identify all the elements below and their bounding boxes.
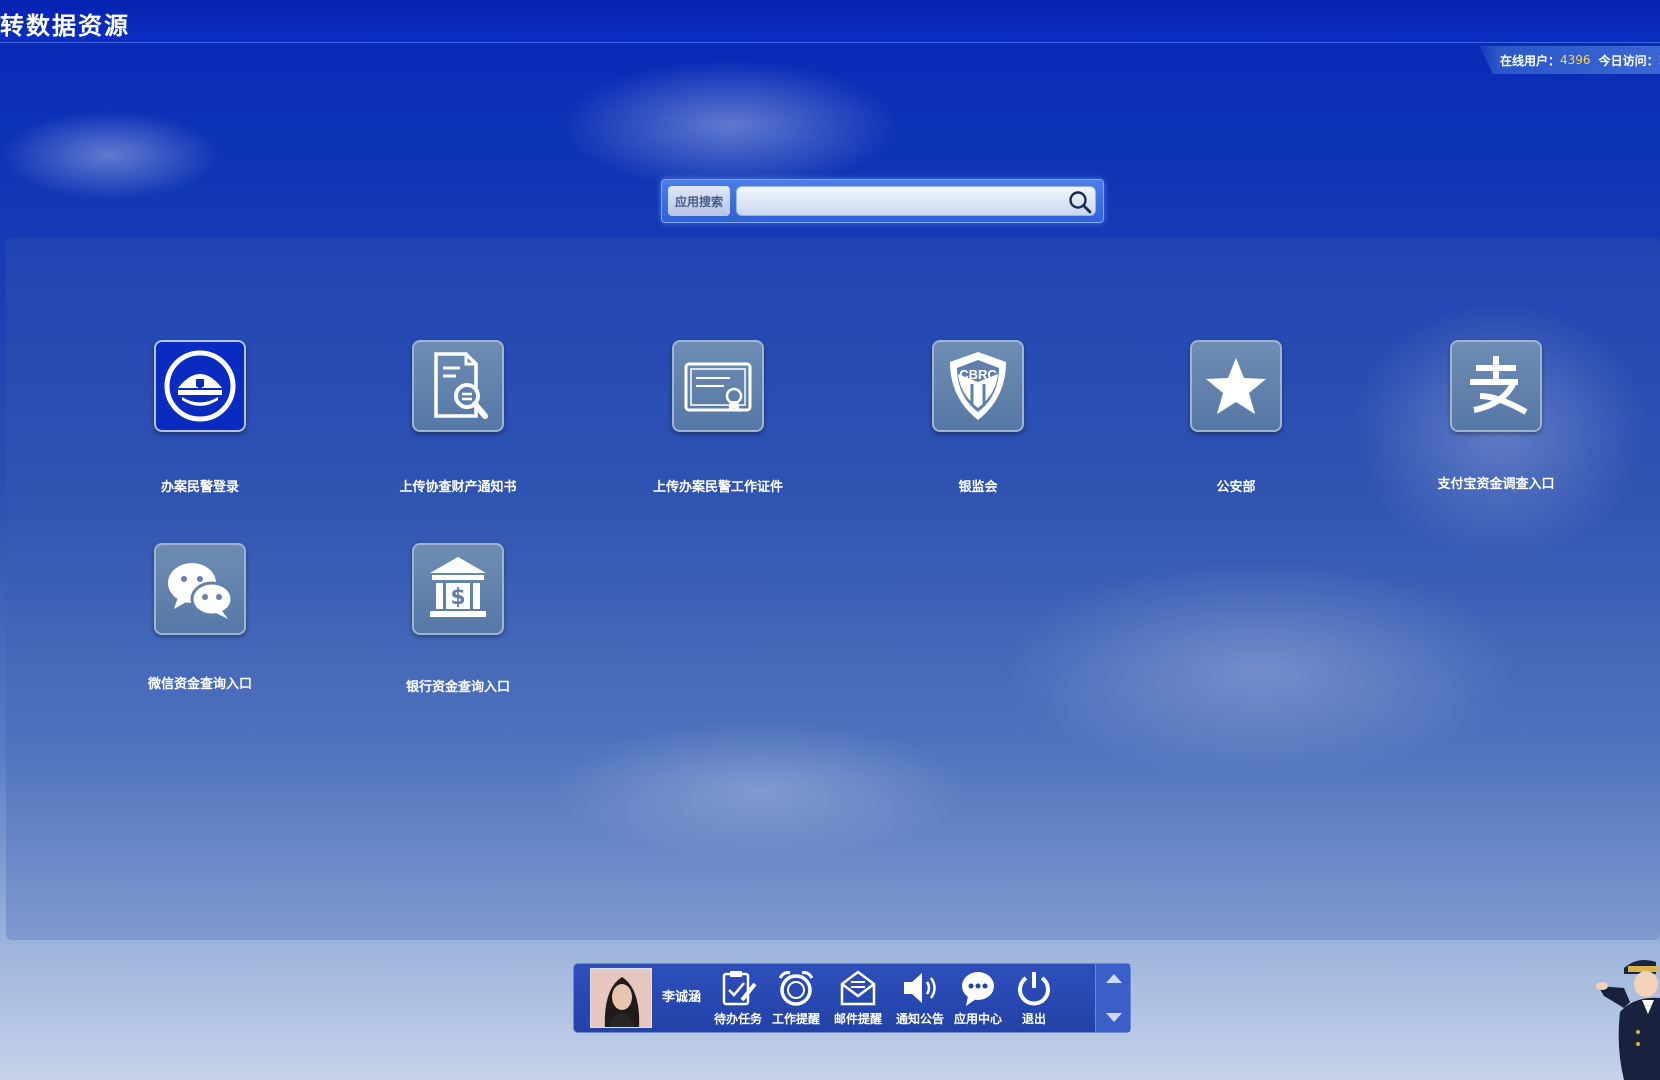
dock-item-notice[interactable]: 通知公告 — [892, 968, 948, 1027]
chat-bubble-icon — [962, 972, 994, 1006]
app-tile-upload-notice[interactable]: 上传协查财产通知书 — [368, 340, 548, 495]
app-label: 上传办案民警工作证件 — [652, 480, 783, 495]
search-label: 应用搜索 — [668, 186, 730, 216]
cloud-decoration — [0, 110, 220, 200]
bottom-dock: 李诚涵 待办任务 工作提醒 邮件提醒 通知公告 应用中心 退出 — [573, 963, 1131, 1033]
dock-label: 待办任务 — [713, 1012, 762, 1026]
app-label: 银监会 — [958, 480, 998, 495]
bank-icon: $ — [430, 557, 486, 617]
app-label: 上传协查财产通知书 — [399, 480, 517, 495]
app-tile-cbrc[interactable]: CBRC 银监会 — [888, 340, 1068, 495]
svg-text:CBRC: CBRC — [959, 367, 997, 382]
avatar[interactable] — [590, 968, 652, 1028]
search-input[interactable] — [736, 186, 1096, 216]
certificate-icon — [684, 362, 752, 412]
star-icon — [1206, 358, 1266, 414]
app-label: 银行资金查询入口 — [405, 680, 510, 695]
dock-label: 通知公告 — [895, 1012, 944, 1026]
dock-label: 工作提醒 — [771, 1012, 820, 1026]
online-users-label: 在线用户： — [1500, 53, 1561, 68]
app-tile-police-login[interactable]: 办案民警登录 — [110, 340, 290, 495]
dock-item-logout[interactable]: 退出 — [1006, 968, 1062, 1027]
site-stats: 在线用户： 4396 今日访问： 280 — [1479, 46, 1660, 74]
app-search-bar: 应用搜索 — [661, 179, 1104, 223]
app-label: 公安部 — [1216, 480, 1256, 495]
police-cap-icon — [164, 350, 236, 422]
dock-item-todo[interactable]: 待办任务 — [710, 968, 766, 1027]
document-search-icon — [434, 352, 488, 419]
mail-icon — [840, 970, 876, 1006]
today-visits-label: 今日访问： — [1598, 53, 1659, 68]
speaker-icon — [904, 973, 936, 1003]
dock-label: 应用中心 — [953, 1012, 1002, 1026]
dock-label: 退出 — [1021, 1012, 1046, 1026]
app-tile-upload-credentials[interactable]: 上传办案民警工作证件 — [628, 340, 808, 495]
wechat-icon — [168, 563, 234, 619]
app-label: 支付宝资金调查入口 — [1437, 477, 1555, 492]
online-users-count: 4396 — [1560, 53, 1591, 67]
dock-label: 邮件提醒 — [833, 1012, 882, 1026]
search-icon[interactable] — [1067, 189, 1093, 215]
task-edit-icon — [722, 971, 757, 1006]
app-label: 办案民警登录 — [160, 480, 239, 495]
scroll-up-icon[interactable] — [1106, 974, 1122, 983]
user-photo — [591, 969, 651, 1027]
dock-scroll — [1095, 964, 1130, 1032]
scroll-down-icon[interactable] — [1106, 1013, 1122, 1022]
svg-text:$: $ — [450, 585, 465, 610]
app-tile-ministry-security[interactable]: 公安部 — [1146, 340, 1326, 495]
alipay-icon — [1470, 356, 1528, 415]
alarm-clock-icon — [778, 971, 814, 1006]
app-tile-bank[interactable]: $ 银行资金查询入口 — [368, 543, 548, 695]
cbrc-shield-icon: CBRC — [950, 352, 1006, 420]
cloud-decoration — [560, 60, 900, 190]
app-tile-wechat[interactable]: 微信资金查询入口 — [110, 543, 290, 692]
user-name: 李诚涵 — [662, 990, 702, 1005]
police-mascot-illustration — [1596, 960, 1660, 1080]
dock-item-reminder[interactable]: 工作提醒 — [768, 968, 824, 1027]
top-bar: 转数据资源 — [0, 0, 1660, 43]
app-title: 转数据资源 — [0, 12, 130, 40]
dock-item-app-center[interactable]: 应用中心 — [950, 968, 1006, 1027]
power-icon — [1018, 972, 1050, 1006]
app-tile-alipay[interactable]: 支付宝资金调查入口 — [1406, 340, 1586, 492]
dock-item-mail[interactable]: 邮件提醒 — [830, 968, 886, 1027]
app-label: 微信资金查询入口 — [147, 677, 252, 692]
